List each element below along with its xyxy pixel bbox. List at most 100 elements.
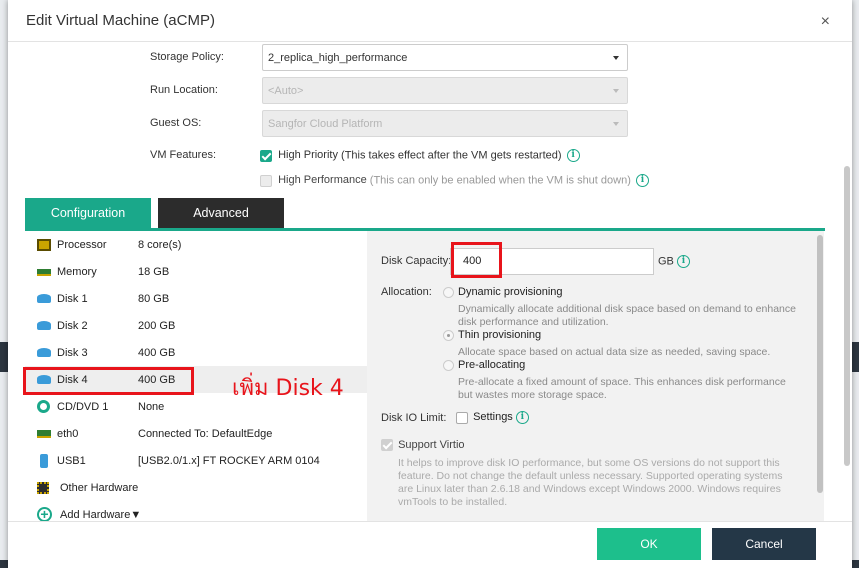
disk-icon <box>37 294 51 303</box>
edit-vm-dialog: Edit Virtual Machine (aCMP) × Storage Po… <box>8 0 852 568</box>
thin-provisioning-desc: Allocate space based on actual data size… <box>458 346 771 358</box>
info-icon[interactable]: i <box>515 411 529 424</box>
hardware-item-processor[interactable]: Processor 8 core(s) <box>25 231 367 258</box>
virtio-desc-3: are Linux later than 2.6.18 and Windows … <box>398 483 781 495</box>
cancel-button[interactable]: Cancel <box>712 528 816 560</box>
hardware-name: USB1 <box>57 454 86 467</box>
hardware-name: Disk 1 <box>57 292 88 305</box>
run-location-select: <Auto> <box>262 77 628 104</box>
disk-capacity-highlight <box>451 242 502 278</box>
hardware-value: 80 GB <box>138 292 170 305</box>
hardware-item-other-hardware[interactable]: Other Hardware <box>25 474 367 501</box>
network-icon <box>37 429 51 438</box>
chevron-down-icon <box>613 122 619 126</box>
info-icon[interactable]: i <box>566 149 580 162</box>
disk-4-highlight <box>23 367 194 395</box>
high-priority-note: (This takes effect after the VM gets res… <box>341 149 562 162</box>
hardware-value: [USB2.0/1.x] FT ROCKEY ARM 0104 <box>138 454 320 467</box>
disk-icon <box>37 348 51 357</box>
virtio-desc-2: feature. Do not change the default unles… <box>398 470 783 482</box>
hardware-item-disk-1[interactable]: Disk 1 80 GB <box>25 285 367 312</box>
virtio-desc-4: vmTools to be installed. <box>398 496 508 508</box>
hardware-name: Processor <box>57 238 107 251</box>
hardware-value: 18 GB <box>138 265 170 278</box>
memory-icon <box>37 269 51 276</box>
hardware-item-usb1[interactable]: USB1 [USB2.0/1.x] FT ROCKEY ARM 0104 <box>25 447 367 474</box>
support-virtio-label: Support Virtio <box>398 439 465 451</box>
tab-advanced[interactable]: Advanced <box>158 198 284 229</box>
guest-os-value: Sangfor Cloud Platform <box>268 117 383 130</box>
dialog-title: Edit Virtual Machine (aCMP) <box>26 12 215 29</box>
dialog-scrollbar[interactable] <box>844 44 850 514</box>
hardware-value: 200 GB <box>138 319 176 332</box>
hardware-name: eth0 <box>57 427 79 440</box>
support-virtio-checkbox <box>381 439 393 452</box>
add-icon: + <box>37 507 52 521</box>
hardware-item-eth0[interactable]: eth0 Connected To: DefaultEdge <box>25 420 367 447</box>
hardware-name: Memory <box>57 265 97 278</box>
chevron-down-icon <box>613 56 619 60</box>
hardware-name: Add Hardware▼ <box>60 508 142 521</box>
high-performance-note: (This can only be enabled when the VM is… <box>369 174 631 187</box>
disk-icon <box>37 321 51 330</box>
run-location-label: Run Location: <box>150 84 218 96</box>
disk-unit-label: GB <box>658 255 674 268</box>
pre-allocating-radio[interactable] <box>443 360 454 371</box>
dialog-header: Edit Virtual Machine (aCMP) × <box>8 0 852 42</box>
hardware-item-memory[interactable]: Memory 18 GB <box>25 258 367 285</box>
add-hardware-button[interactable]: + Add Hardware▼ <box>25 501 367 521</box>
storage-policy-label: Storage Policy: <box>150 51 224 63</box>
support-virtio-option: Support Virtio <box>381 439 465 452</box>
dynamic-provisioning-desc-2: disk performance and utilization. <box>458 316 609 328</box>
info-icon[interactable]: i <box>635 174 649 187</box>
high-performance-label: High Performance <box>278 174 367 187</box>
dialog-footer: OK Cancel <box>8 521 852 568</box>
disk-unit: GB i <box>658 255 690 268</box>
tab-bar: Configuration Advanced <box>25 198 825 229</box>
vm-features-label: VM Features: <box>150 149 217 161</box>
processor-icon <box>37 238 51 251</box>
disk-io-settings-option: Settings i <box>456 411 529 424</box>
hardware-item-disk-2[interactable]: Disk 2 200 GB <box>25 312 367 339</box>
close-icon[interactable]: × <box>821 14 830 30</box>
pre-allocating-desc-2: but wastes more storage space. <box>458 389 607 401</box>
high-performance-option: High Performance (This can only be enabl… <box>260 174 649 187</box>
annotation-text: เพิ่ม Disk 4 <box>232 376 344 401</box>
virtio-desc-1: It helps to improve disk IO performance,… <box>398 457 780 469</box>
panel-scrollbar[interactable] <box>816 231 824 521</box>
allocation-label: Allocation: <box>381 286 432 298</box>
high-priority-checkbox[interactable] <box>260 149 272 162</box>
high-performance-checkbox <box>260 174 272 187</box>
high-priority-label: High Priority <box>278 149 338 162</box>
dynamic-provisioning-desc: Dynamically allocate additional disk spa… <box>458 303 796 315</box>
guest-os-label: Guest OS: <box>150 117 202 129</box>
hardware-name: Disk 3 <box>57 346 88 359</box>
disk-io-settings-label: Settings <box>473 411 513 424</box>
hardware-value: 400 GB <box>138 346 176 359</box>
run-location-value: <Auto> <box>268 84 304 97</box>
storage-policy-select[interactable]: 2_replica_high_performance <box>262 44 628 71</box>
guest-os-select: Sangfor Cloud Platform <box>262 110 628 137</box>
info-icon[interactable]: i <box>676 255 690 268</box>
ok-button[interactable]: OK <box>597 528 701 560</box>
disk-io-limit-label: Disk IO Limit: <box>381 412 447 424</box>
thin-provisioning-radio[interactable] <box>443 330 454 341</box>
cd-dvd-icon <box>37 400 50 413</box>
dynamic-provisioning-label: Dynamic provisioning <box>458 286 563 298</box>
hardware-item-disk-3[interactable]: Disk 3 400 GB <box>25 339 367 366</box>
hardware-name: Other Hardware <box>60 481 139 494</box>
hardware-value: 8 core(s) <box>138 238 182 251</box>
chevron-down-icon <box>613 89 619 93</box>
disk-io-settings-checkbox[interactable] <box>456 411 468 424</box>
storage-policy-value: 2_replica_high_performance <box>268 51 408 64</box>
disk-capacity-label: Disk Capacity: <box>381 255 452 267</box>
hardware-value: None <box>138 400 165 413</box>
dynamic-provisioning-radio[interactable] <box>443 287 454 298</box>
tab-configuration[interactable]: Configuration <box>25 198 151 229</box>
hardware-value: Connected To: DefaultEdge <box>138 427 273 440</box>
thin-provisioning-label: Thin provisioning <box>458 329 542 341</box>
pre-allocating-label: Pre-allocating <box>458 359 526 371</box>
hardware-name: Disk 2 <box>57 319 88 332</box>
usb-icon <box>40 453 48 468</box>
hardware-name: CD/DVD 1 <box>57 400 109 413</box>
